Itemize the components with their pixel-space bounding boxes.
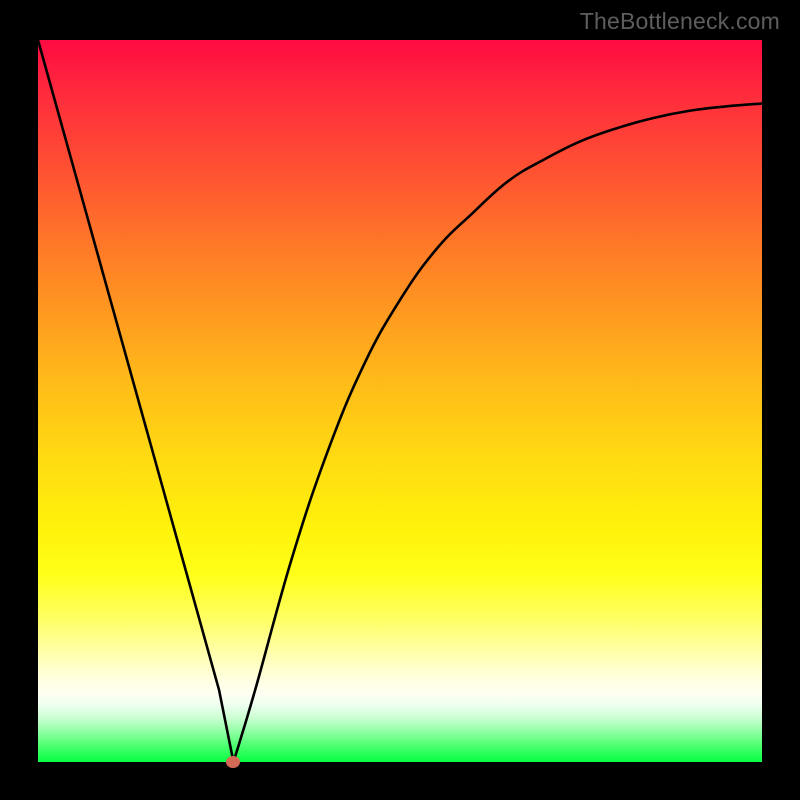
chart-frame: TheBottleneck.com [0, 0, 800, 800]
optimal-point-marker [226, 756, 240, 768]
bottleneck-curve [38, 40, 762, 762]
curve-layer [38, 40, 762, 762]
watermark-text: TheBottleneck.com [580, 8, 780, 35]
